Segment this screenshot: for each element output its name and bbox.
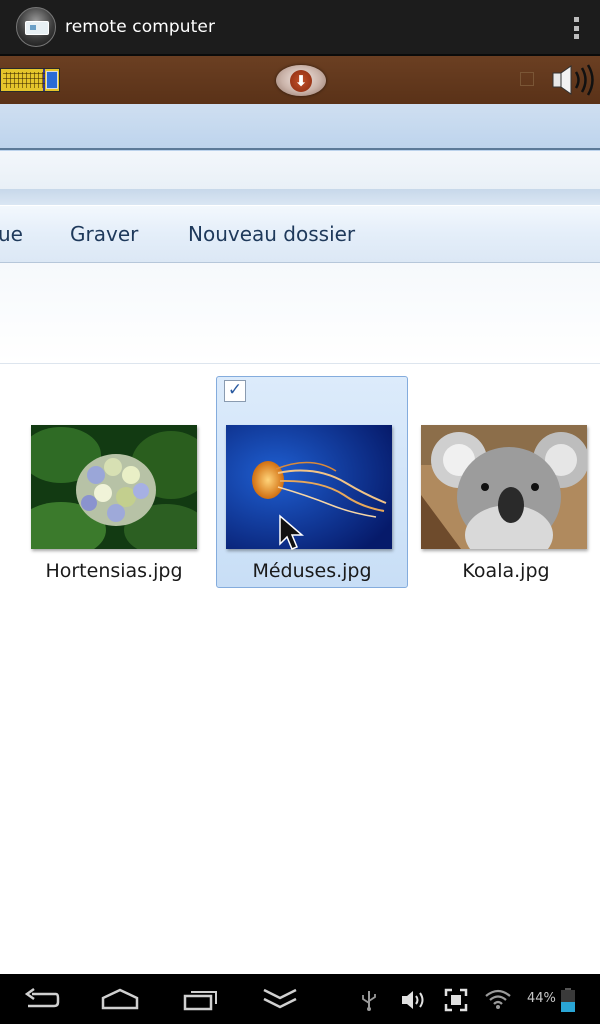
toolbar-toggle-box[interactable]: [520, 72, 534, 86]
library-header: [0, 263, 600, 364]
battery-percentage: 44%: [527, 991, 556, 1006]
recent-apps-icon[interactable]: [182, 986, 220, 1012]
battery-icon: [561, 988, 575, 1012]
usb-icon: [362, 991, 376, 1011]
burn-button[interactable]: Graver: [70, 222, 138, 246]
action-bar: remote computer: [0, 0, 600, 56]
address-border: [0, 148, 600, 150]
checkbox-checked-icon[interactable]: ✓: [224, 380, 246, 402]
hortensias-thumbnail: [31, 425, 197, 549]
file-name: Hortensias.jpg: [45, 560, 183, 582]
command-bar: ue Graver Nouveau dossier: [0, 205, 600, 263]
system-nav-bar: 44%: [0, 974, 600, 1024]
address-separator: [0, 189, 600, 205]
file-name: Koala.jpg: [462, 560, 550, 582]
hide-keyboard-icon[interactable]: [260, 986, 300, 1012]
speaker-icon[interactable]: [551, 63, 597, 97]
back-icon[interactable]: [22, 986, 60, 1012]
title-band: [0, 104, 600, 152]
keyboard-icon[interactable]: [0, 68, 60, 92]
new-folder-button[interactable]: Nouveau dossier: [188, 222, 355, 246]
home-icon[interactable]: [100, 986, 140, 1012]
mouse-cursor-icon: [279, 514, 305, 550]
collapse-down-button[interactable]: ⬇: [276, 65, 326, 96]
koala-thumbnail: [421, 425, 587, 549]
file-item-meduses[interactable]: Méduses.jpg: [218, 424, 406, 589]
address-bar[interactable]: [0, 151, 600, 189]
file-item-hortensias[interactable]: Hortensias.jpg: [20, 424, 208, 589]
volume-icon[interactable]: [400, 988, 428, 1012]
screenshot-icon[interactable]: [444, 988, 468, 1012]
app-icon[interactable]: [16, 7, 56, 47]
overflow-menu-icon[interactable]: [572, 17, 580, 39]
remote-toolbar: ⬇: [0, 56, 600, 105]
file-item-koala[interactable]: Koala.jpg: [412, 424, 600, 589]
file-name: Méduses.jpg: [252, 560, 372, 582]
app-title: remote computer: [65, 17, 216, 37]
wifi-icon: [485, 989, 511, 1009]
command-partial[interactable]: ue: [0, 222, 23, 246]
